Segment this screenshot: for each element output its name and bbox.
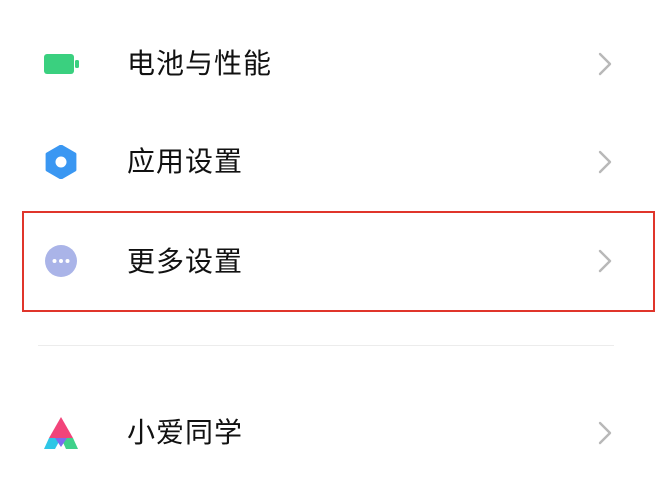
chevron-right-icon [596,419,614,447]
more-dots-icon [42,244,82,278]
settings-item-label: 更多设置 [127,245,244,278]
settings-item-more-settings[interactable]: 更多设置 [0,211,656,312]
chevron-right-icon [596,247,614,275]
settings-item-label: 电池与性能 [127,47,273,80]
settings-item-label: 小爱同学 [127,416,244,449]
battery-icon [42,47,82,81]
settings-item-xiaoai[interactable]: 小爱同学 [0,385,656,481]
settings-item-label: 应用设置 [127,145,244,178]
chevron-right-icon [596,148,614,176]
divider [38,345,614,346]
settings-item-app-settings[interactable]: 应用设置 [0,114,656,210]
settings-item-battery[interactable]: 电池与性能 [0,16,656,112]
chevron-right-icon [596,50,614,78]
xiaoai-logo-icon [42,416,82,450]
gear-icon [42,144,82,180]
